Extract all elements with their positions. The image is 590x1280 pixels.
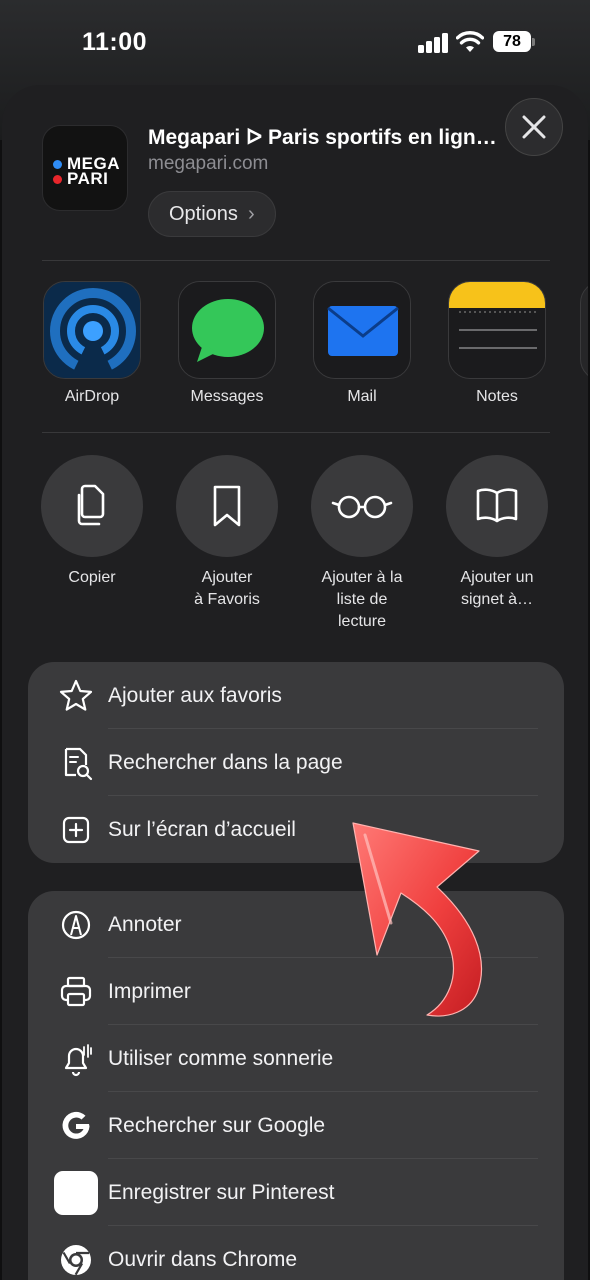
separator [42, 260, 550, 261]
bell-icon [64, 1044, 92, 1077]
menu-item-label: Ajouter aux favoris [108, 683, 282, 707]
messages-icon [178, 281, 276, 379]
glasses-icon [331, 495, 393, 519]
menu-item-find-in-page[interactable]: Rechercher dans la page [28, 729, 564, 796]
share-app-more-partial[interactable] [580, 281, 588, 381]
separator [42, 432, 550, 433]
menu-item-search-google[interactable]: Rechercher sur Google [28, 1092, 564, 1159]
google-icon [62, 1111, 90, 1139]
action-label: Ajouter à Favoris [194, 569, 260, 608]
close-button[interactable] [505, 98, 563, 156]
plus-square-icon [62, 816, 90, 844]
copy-icon [77, 484, 105, 526]
markup-icon [61, 910, 91, 940]
share-app-airdrop[interactable]: AirDrop [42, 281, 142, 406]
page-url: megapari.com [148, 153, 269, 174]
menu-item-open-chrome[interactable]: Ouvrir dans Chrome [28, 1226, 564, 1280]
share-app-messages[interactable]: Messages [177, 281, 277, 406]
options-label: Options [169, 202, 238, 225]
battery-tip [532, 38, 535, 46]
share-app-notes[interactable]: Notes [447, 281, 547, 406]
app-label: AirDrop [64, 388, 120, 405]
menu-item-label: Imprimer [108, 979, 191, 1003]
chevron-right-icon: › [247, 202, 255, 225]
notes-icon [448, 281, 546, 379]
book-icon [476, 488, 518, 523]
menu-item-label: Rechercher sur Google [108, 1113, 326, 1137]
share-sheet: MEGA PARI Megapari ᐅ Paris sportifs en l… [2, 85, 588, 1280]
menu-item-label: Enregistrer sur Pinterest [108, 1180, 335, 1204]
mail-icon [313, 281, 411, 379]
status-bar: 11:00 78 [0, 0, 590, 86]
app-label: Mail [347, 388, 377, 405]
action-label: Ajouter un signet à… [460, 569, 534, 608]
printer-icon [60, 976, 92, 1007]
menu-item-add-to-favorites[interactable]: Ajouter aux favoris [28, 662, 564, 729]
wifi-icon [456, 31, 484, 52]
site-logo: MEGA PARI [42, 125, 128, 211]
app-label: Messages [190, 388, 264, 405]
airdrop-icon [43, 281, 141, 379]
action-add-favoris[interactable]: Ajouter à Favoris [162, 455, 292, 611]
menu-item-label: Utiliser comme sonnerie [108, 1046, 334, 1070]
action-reading-list[interactable]: Ajouter à la liste de lecture [297, 455, 427, 633]
red-arrow-annotation [352, 822, 483, 1017]
action-label: Copier [68, 569, 116, 586]
xmark-icon [522, 115, 546, 139]
app-label: Notes [476, 388, 518, 405]
share-app-mail[interactable]: Mail [312, 281, 412, 406]
logo-text-line-2: PARI [67, 169, 109, 188]
battery-indicator: 78 [493, 31, 531, 52]
star-icon [59, 679, 93, 711]
pinterest-icon [54, 1171, 98, 1215]
page-title: Megapari ᐅ Paris sportifs en lign… [148, 126, 497, 149]
menu-item-label: Ouvrir dans Chrome [108, 1247, 298, 1271]
bookmark-icon [213, 485, 241, 527]
menu-item-label: Rechercher dans la page [108, 750, 343, 774]
options-button[interactable]: Options › [148, 191, 276, 237]
menu-item-use-as-ringtone[interactable]: Utiliser comme sonnerie [28, 1025, 564, 1092]
action-copy[interactable]: Copier [27, 455, 157, 589]
action-add-bookmark[interactable]: Ajouter un signet à… [432, 455, 562, 611]
find-in-page-icon [64, 747, 93, 781]
menu-item-save-pinterest[interactable]: Enregistrer sur Pinterest [28, 1159, 564, 1226]
cellular-signal-icon [418, 33, 450, 53]
menu-item-label: Annoter [108, 912, 182, 936]
status-time: 11:00 [82, 28, 148, 56]
chrome-icon [61, 1245, 91, 1276]
menu-item-label: Sur l’écran d’accueil [108, 817, 296, 841]
action-label: Ajouter à la liste de lecture [321, 569, 403, 630]
